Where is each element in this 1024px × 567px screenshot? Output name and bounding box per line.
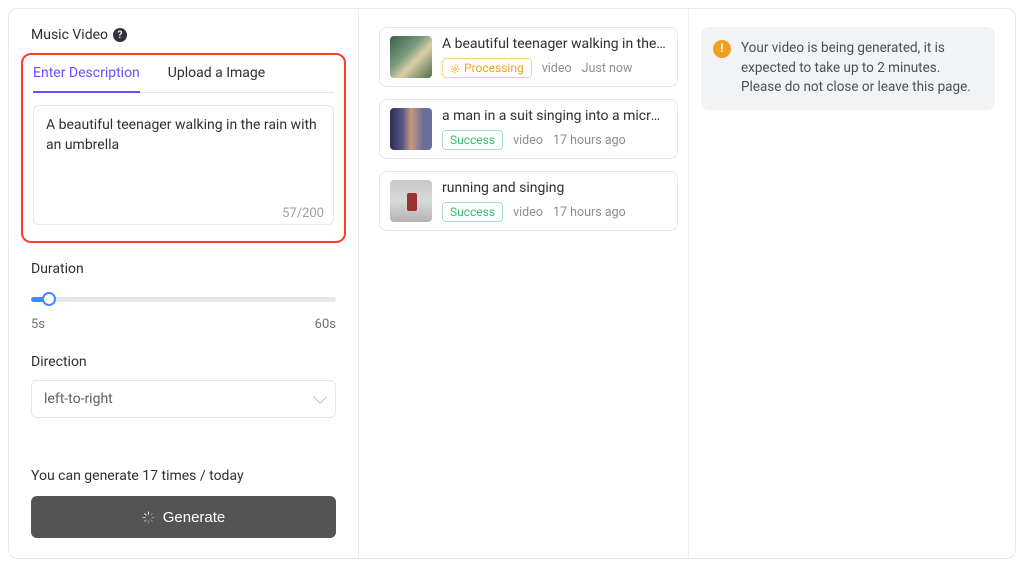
processing-icon [450,63,460,73]
card-time: Just now [582,61,633,76]
duration-range: 5s 60s [31,317,336,332]
status-badge: Processing [442,58,532,78]
direction-label: Direction [31,354,336,370]
card-meta: Success video 17 hours ago [442,130,667,150]
status-text: Success [450,205,495,219]
description-wrap: 57/200 [33,105,334,229]
notice-text: Your video is being generated, it is exp… [741,39,981,98]
warning-icon: ! [713,40,731,58]
char-count: 57/200 [282,206,324,221]
card-type: video [542,61,572,76]
card-title: a man in a suit singing into a microphon… [442,108,667,124]
description-highlight: Enter Description Upload a Image 57/200 [21,53,346,243]
queue-card[interactable]: a man in a suit singing into a microphon… [379,99,678,159]
card-body: A beautiful teenager walking in the rain… [442,36,667,78]
slider-thumb[interactable] [42,292,56,306]
section-title-row: Music Video ? [31,27,336,43]
status-text: Success [450,133,495,147]
slider-rail [31,297,336,302]
card-meta: Processing video Just now [442,58,667,78]
card-time: 17 hours ago [553,133,626,148]
video-thumbnail [390,108,432,150]
notice-column: ! Your video is being generated, it is e… [689,9,1015,558]
queue-column: A beautiful teenager walking in the rain… [359,9,689,558]
queue-card[interactable]: running and singing Success video 17 hou… [379,171,678,231]
section-title: Music Video [31,27,108,43]
generation-notice: ! Your video is being generated, it is e… [701,27,995,110]
duration-max: 60s [315,317,336,332]
card-time: 17 hours ago [553,205,626,220]
duration-min: 5s [31,317,45,332]
duration-slider[interactable] [31,287,336,311]
queue-card[interactable]: A beautiful teenager walking in the rain… [379,27,678,87]
status-badge: Success [442,130,503,150]
app-panel: Music Video ? Enter Description Upload a… [8,8,1016,559]
video-thumbnail [390,180,432,222]
config-column: Music Video ? Enter Description Upload a… [9,9,359,558]
generate-button[interactable]: Generate [31,496,336,538]
direction-value: left-to-right [44,391,113,407]
generate-label: Generate [163,509,226,526]
input-tabs: Enter Description Upload a Image [33,55,334,93]
card-type: video [513,133,543,148]
quota-text: You can generate 17 times / today [31,468,336,484]
chevron-down-icon [313,390,327,404]
tab-upload-image[interactable]: Upload a Image [168,55,265,93]
card-body: a man in a suit singing into a microphon… [442,108,667,150]
loading-icon [142,511,155,524]
tab-enter-description[interactable]: Enter Description [33,55,140,93]
duration-label: Duration [31,261,336,277]
status-text: Processing [464,61,524,75]
card-body: running and singing Success video 17 hou… [442,180,667,222]
card-meta: Success video 17 hours ago [442,202,667,222]
status-badge: Success [442,202,503,222]
help-icon[interactable]: ? [113,28,127,42]
direction-select[interactable]: left-to-right [31,380,336,418]
card-type: video [513,205,543,220]
card-title: running and singing [442,180,667,196]
video-thumbnail [390,36,432,78]
card-title: A beautiful teenager walking in the rain… [442,36,667,52]
